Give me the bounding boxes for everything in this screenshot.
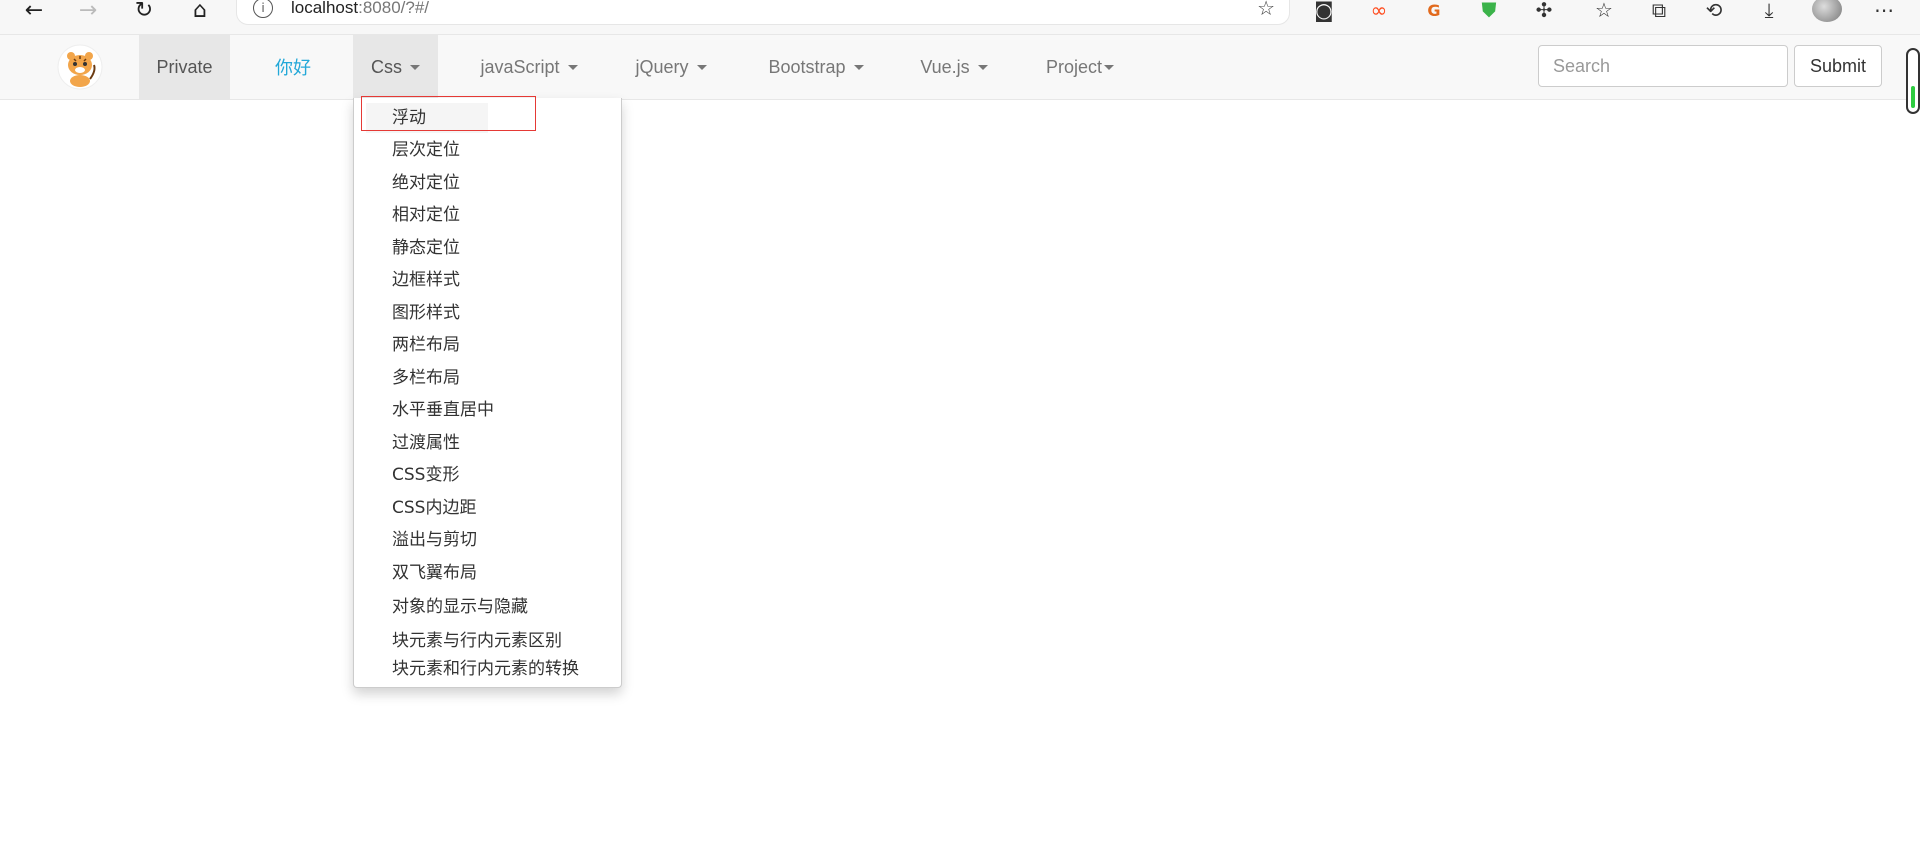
dropdown-item[interactable]: 过渡属性 (392, 428, 460, 458)
dropdown-item[interactable]: 相对定位 (392, 200, 460, 230)
dropdown-item[interactable]: CSS内边距 (392, 493, 476, 523)
extension-shield-icon[interactable]: ⛊ (1475, 0, 1503, 22)
dropdown-item[interactable]: 块元素与行内元素区别 (392, 626, 562, 656)
highlight-annotation-box (361, 96, 536, 131)
nav-vuejs-label: Vue.js (920, 56, 970, 77)
caret-down-icon (567, 64, 578, 70)
nav-css-label: Css (371, 56, 402, 77)
favorites-icon[interactable]: ☆ (1590, 0, 1618, 22)
nav-private-label: Private (156, 56, 213, 77)
page-scrollbar[interactable] (1906, 48, 1920, 114)
nav-bootstrap-label: Bootstrap (768, 56, 846, 77)
dropdown-item[interactable]: 两栏布局 (392, 330, 460, 360)
more-menu-icon[interactable]: ⋯ (1870, 0, 1898, 22)
nav-bootstrap-dropdown[interactable]: Bootstrap (760, 35, 872, 99)
address-bar[interactable]: i localhost:8080/?#/ ☆ (236, 0, 1290, 25)
dropdown-item[interactable]: 静态定位 (392, 233, 460, 263)
collections-icon[interactable]: ⧉ (1645, 0, 1673, 22)
dropdown-item[interactable]: 双飞翼布局 (392, 558, 477, 588)
nav-project-label: Project (1045, 56, 1103, 77)
dropdown-item[interactable]: 边框样式 (392, 265, 460, 295)
nav-hello-label: 你好 (275, 58, 311, 78)
nav-hello[interactable]: 你好 (250, 35, 336, 99)
dropdown-item[interactable]: 对象的显示与隐藏 (392, 592, 528, 622)
browser-toolbar: ← → ↻ ⌂ i localhost:8080/?#/ ☆ ◙ ∞ G ⛊ ✣… (0, 0, 1920, 35)
caret-down-icon (977, 64, 988, 70)
caret-down-icon (853, 64, 864, 70)
nav-javascript-dropdown[interactable]: javaScript (470, 35, 588, 99)
back-arrow-icon[interactable]: ← (16, 0, 52, 23)
add-favorite-icon[interactable]: ☆ (1257, 0, 1275, 20)
home-icon[interactable]: ⌂ (182, 0, 218, 23)
caret-down-icon (1104, 64, 1115, 70)
css-dropdown-menu: 浮动 层次定位 绝对定位 相对定位 静态定位 边框样式 图形样式 两栏布局 多栏… (353, 98, 622, 688)
dropdown-item[interactable]: 溢出与剪切 (392, 525, 477, 555)
nav-private[interactable]: Private (139, 35, 230, 99)
main-navbar: Private 你好 Css javaScript jQuery Bootstr… (0, 34, 1920, 100)
nav-vuejs-dropdown[interactable]: Vue.js (916, 35, 992, 99)
search-input[interactable] (1538, 45, 1788, 87)
dropdown-item[interactable]: 水平垂直居中 (392, 395, 494, 425)
dropdown-item[interactable]: 块元素和行内元素的转换 (392, 654, 579, 684)
forward-arrow-icon[interactable]: → (70, 0, 106, 23)
profile-avatar[interactable] (1812, 0, 1842, 22)
dropdown-item[interactable]: 层次定位 (392, 135, 460, 165)
nav-project-dropdown[interactable]: Project (1040, 35, 1120, 99)
caret-down-icon (696, 64, 707, 70)
dropdown-item[interactable]: 多栏布局 (392, 363, 460, 393)
scrollbar-thumb[interactable] (1911, 86, 1915, 108)
tiger-logo-icon (57, 44, 103, 90)
caret-down-icon (410, 64, 420, 70)
extension-mask-icon[interactable]: ◙ (1310, 0, 1338, 22)
brand-logo[interactable] (54, 43, 106, 91)
submit-button[interactable]: Submit (1794, 45, 1882, 87)
info-icon[interactable]: i (253, 0, 273, 18)
dropdown-item[interactable]: CSS变形 (392, 460, 459, 490)
extension-infinity-icon[interactable]: ∞ (1365, 0, 1393, 22)
reload-icon[interactable]: ↻ (126, 0, 162, 23)
nav-jquery-label: jQuery (635, 56, 689, 77)
extension-translate-icon[interactable]: G (1420, 0, 1448, 22)
url-host: localhost (291, 0, 359, 17)
dropdown-item[interactable]: 绝对定位 (392, 168, 460, 198)
history-icon[interactable]: ⟲ (1700, 0, 1728, 22)
url-path: :8080/?#/ (358, 0, 430, 17)
nav-javascript-label: javaScript (480, 56, 560, 77)
nav-css-dropdown[interactable]: Css (353, 35, 438, 99)
dropdown-item[interactable]: 图形样式 (392, 298, 460, 328)
extensions-puzzle-icon[interactable]: ✣ (1530, 0, 1558, 22)
url-text[interactable]: localhost:8080/?#/ (291, 0, 429, 18)
nav-jquery-dropdown[interactable]: jQuery (628, 35, 714, 99)
download-icon[interactable]: ⤓ (1755, 0, 1783, 22)
